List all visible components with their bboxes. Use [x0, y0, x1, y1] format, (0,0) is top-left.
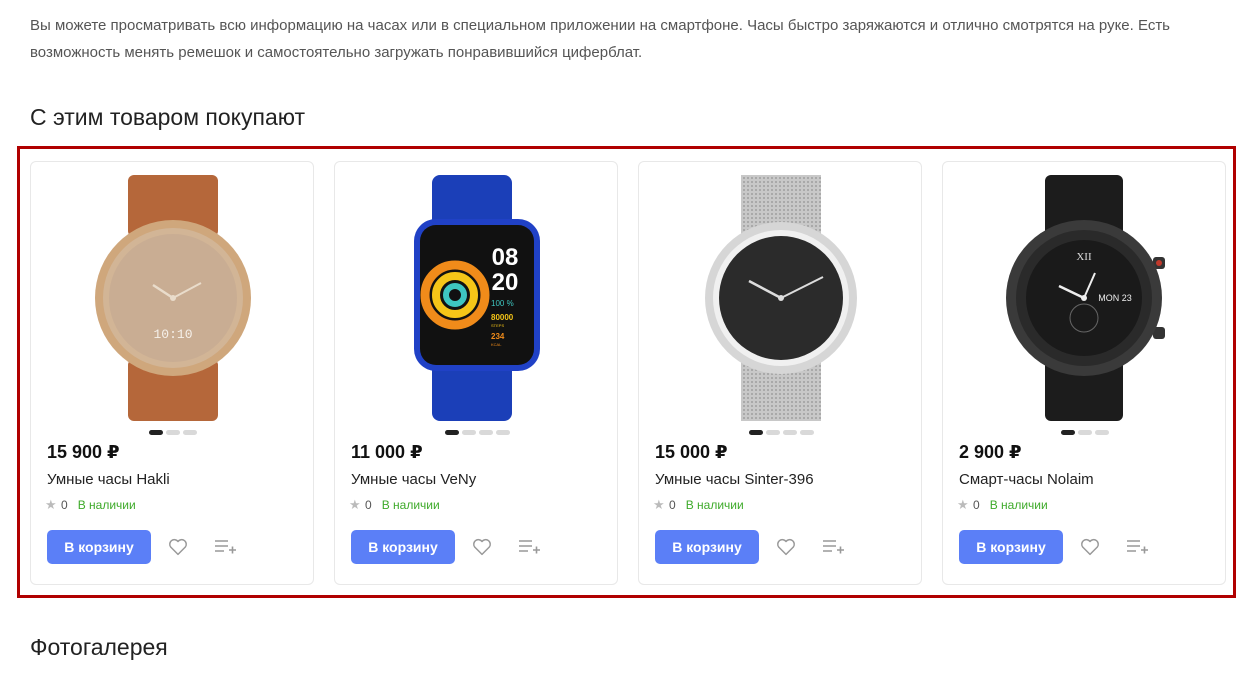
- slider-dot[interactable]: [748, 430, 763, 435]
- star-icon: ★: [957, 497, 969, 512]
- heart-icon[interactable]: [167, 536, 189, 558]
- stock-status: В наличии: [381, 498, 440, 512]
- product-name-link[interactable]: Смарт-часы Nolaim: [959, 471, 1094, 488]
- product-price: 2 900 ₽: [959, 442, 1022, 462]
- nolaim-date: MON 23: [1098, 293, 1132, 303]
- blue-smartwatch-image[interactable]: 08 20 100 % 80000 STEPS 234 KCAL: [335, 170, 619, 426]
- compare-icon[interactable]: [1125, 536, 1149, 558]
- rating-value: 0: [365, 498, 372, 512]
- slider-dot[interactable]: [478, 430, 493, 435]
- slider-dot[interactable]: [765, 430, 780, 435]
- heart-icon[interactable]: [775, 536, 797, 558]
- image-slider-dots[interactable]: [639, 430, 923, 435]
- star-icon: ★: [45, 497, 57, 512]
- veny-steps-label: STEPS: [491, 323, 504, 328]
- product-price: 15 000 ₽: [655, 442, 728, 462]
- photo-gallery-title: Фотогалерея: [30, 634, 168, 660]
- add-to-cart-button[interactable]: В корзину: [959, 530, 1063, 564]
- slider-dot[interactable]: [495, 430, 510, 435]
- compare-icon[interactable]: [517, 536, 541, 558]
- add-to-cart-button[interactable]: В корзину: [351, 530, 455, 564]
- product-card[interactable]: 08 20 100 % 80000 STEPS 234 KCAL 11 000 …: [334, 161, 618, 585]
- product-meta: ★ 0 В наличии: [45, 498, 136, 512]
- star-icon: ★: [349, 497, 361, 512]
- product-price: 11 000 ₽: [351, 442, 423, 462]
- product-meta: ★ 0 В наличии: [957, 498, 1048, 512]
- product-name-link[interactable]: Умные часы Sinter-396: [655, 471, 814, 488]
- image-slider-dots[interactable]: [943, 430, 1227, 435]
- veny-minute: 20: [492, 269, 519, 296]
- stock-status: В наличии: [685, 498, 744, 512]
- veny-hour: 08: [492, 244, 519, 271]
- slider-dot[interactable]: [149, 430, 163, 435]
- black-sport-watch-image[interactable]: XII MON 23: [943, 170, 1227, 426]
- veny-percent: 100 %: [491, 299, 514, 308]
- compare-icon[interactable]: [213, 536, 237, 558]
- stock-status: В наличии: [77, 498, 136, 512]
- slider-dot[interactable]: [183, 430, 197, 435]
- related-products-title: С этим товаром покупают: [30, 104, 306, 130]
- slider-dot[interactable]: [461, 430, 476, 435]
- slider-dot[interactable]: [782, 430, 797, 435]
- product-meta: ★ 0 В наличии: [349, 498, 440, 512]
- add-to-cart-button[interactable]: В корзину: [655, 530, 759, 564]
- product-description: Вы можете просматривать всю информацию н…: [30, 17, 1170, 61]
- hakli-time-text: 10:10: [153, 327, 192, 342]
- image-slider-dots[interactable]: [31, 430, 315, 435]
- rating-value: 0: [669, 498, 676, 512]
- veny-kcal-label: KCAL: [491, 342, 502, 347]
- product-card[interactable]: 15 000 ₽ Умные часы Sinter-396 ★ 0 В нал…: [638, 161, 922, 585]
- related-products-grid: 10:10 15 900 ₽ Умные часы Hakli ★ 0 В на…: [30, 161, 1226, 585]
- product-card[interactable]: 10:10 15 900 ₽ Умные часы Hakli ★ 0 В на…: [30, 161, 314, 585]
- rating-value: 0: [61, 498, 68, 512]
- veny-steps: 80000: [491, 313, 514, 322]
- add-to-cart-button[interactable]: В корзину: [47, 530, 151, 564]
- slider-dot[interactable]: [1061, 430, 1075, 435]
- compare-icon[interactable]: [821, 536, 845, 558]
- heart-icon[interactable]: [1079, 536, 1101, 558]
- silver-mesh-watch-image[interactable]: [639, 170, 923, 426]
- slider-dot[interactable]: [799, 430, 814, 435]
- slider-dot[interactable]: [1078, 430, 1092, 435]
- slider-dot[interactable]: [444, 430, 459, 435]
- product-meta: ★ 0 В наличии: [653, 498, 744, 512]
- veny-kcal: 234: [491, 332, 505, 341]
- product-name-link[interactable]: Умные часы Hakli: [47, 471, 170, 488]
- image-slider-dots[interactable]: [335, 430, 619, 435]
- rating-value: 0: [973, 498, 980, 512]
- slider-dot[interactable]: [166, 430, 180, 435]
- slider-dot[interactable]: [1095, 430, 1109, 435]
- star-icon: ★: [653, 497, 665, 512]
- stock-status: В наличии: [989, 498, 1048, 512]
- product-price: 15 900 ₽: [47, 442, 120, 462]
- nolaim-numeral: XII: [1076, 251, 1092, 263]
- product-card[interactable]: XII MON 23 2 900 ₽ Смарт-часы Nolaim ★ 0…: [942, 161, 1226, 585]
- heart-icon[interactable]: [471, 536, 493, 558]
- product-name-link[interactable]: Умные часы VeNy: [351, 471, 476, 488]
- gold-analog-watch-image[interactable]: 10:10: [31, 170, 315, 426]
